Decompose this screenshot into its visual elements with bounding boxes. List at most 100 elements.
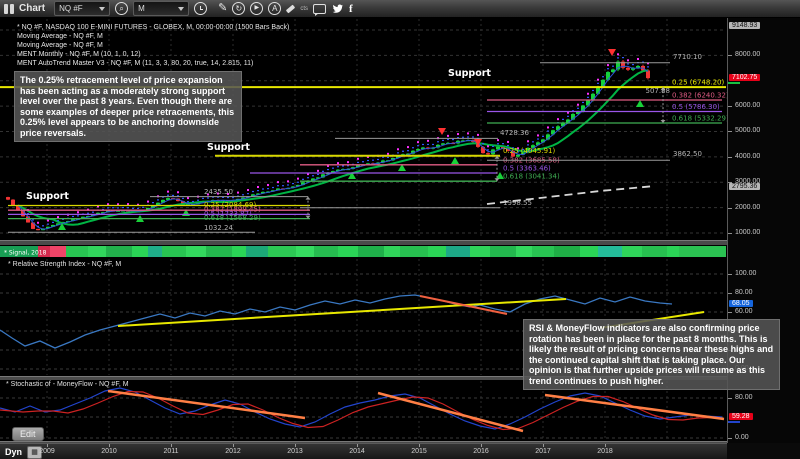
ment-dot-blue <box>302 178 304 180</box>
ment-dot-blue <box>292 182 294 185</box>
ment-dot-blue <box>107 207 109 209</box>
ment-dot-blue <box>247 193 249 195</box>
clock-icon[interactable] <box>194 2 208 15</box>
ment-dot-magenta <box>507 140 509 143</box>
ment-dot-blue <box>322 170 324 172</box>
scale-tick <box>728 233 732 234</box>
ment-dot-magenta <box>607 64 609 67</box>
year-label: 2016 <box>473 448 489 455</box>
ment-dot-blue <box>312 175 314 177</box>
ment-dot-blue <box>117 207 119 209</box>
signal-heat-segment <box>532 246 554 257</box>
ment-dot-magenta <box>447 134 449 137</box>
play-icon[interactable]: ▶ <box>250 2 264 15</box>
ment-dot-magenta <box>587 92 589 95</box>
price-marker-label: 4728.36 <box>500 129 529 137</box>
ment-dot-blue <box>187 201 189 203</box>
legend-line: MENT Monthly - NQ #F, M (10, 1, 0, 12) <box>17 51 141 58</box>
ment-dot-blue <box>332 167 334 169</box>
symbol-dropdown-value: NQ #F <box>59 4 83 13</box>
fib-level-label: 0.5 (5786.30) <box>672 103 720 111</box>
edit-button[interactable]: Edit <box>12 427 44 441</box>
signal-heat-segment <box>132 246 148 257</box>
scale-tick-label: 6000.00 <box>735 102 761 109</box>
rsi-trendline <box>419 295 508 315</box>
stoch-d-line <box>0 390 723 431</box>
zoom-icon[interactable]: ⌕ <box>115 2 129 15</box>
signal-heat-segment <box>148 246 162 257</box>
support-label: Support <box>448 68 491 79</box>
year-label: 2010 <box>101 448 117 455</box>
annotation-box-rsi-moneyflow[interactable]: RSI & MoneyFlow indicators are also conf… <box>523 319 780 390</box>
candle-body <box>646 70 650 79</box>
ment-dot-blue <box>487 149 489 151</box>
redo-arrow-icon[interactable]: ↻ <box>232 2 246 15</box>
year-tick <box>481 444 482 447</box>
signal-heat-segment <box>622 246 642 257</box>
ment-dot-magenta <box>357 157 359 160</box>
ment-dot-magenta <box>407 146 409 149</box>
ment-dot-blue <box>492 145 494 147</box>
ment-dot-blue <box>172 194 174 197</box>
ment-dot-magenta <box>267 184 269 187</box>
ment-dot-blue <box>47 223 49 225</box>
signal-heat-segment <box>580 246 598 257</box>
ment-dot-magenta <box>397 148 399 151</box>
ment-dot-blue <box>447 138 449 141</box>
legend-line: Moving Average - NQ #F, M <box>17 33 103 40</box>
ment-dot-magenta <box>47 219 49 222</box>
ment-dot-magenta <box>317 169 319 172</box>
window-panels-icon[interactable] <box>4 3 14 14</box>
ment-dot-blue <box>607 68 609 70</box>
symbol-dropdown[interactable]: NQ #F <box>54 1 111 16</box>
annotate-a-icon[interactable]: A <box>268 2 282 15</box>
measurement-label: 507.88 <box>646 87 671 95</box>
ment-dot-blue <box>427 143 429 146</box>
ment-dot-blue <box>327 168 329 171</box>
ment-dot-magenta <box>37 221 39 224</box>
ment-dot-blue <box>142 206 144 208</box>
facebook-icon[interactable]: f <box>349 3 353 15</box>
pencil-icon[interactable]: ✎ <box>218 2 227 15</box>
ment-dot-blue <box>502 143 504 145</box>
ment-dot-blue <box>132 207 134 209</box>
ment-dot-blue <box>622 57 624 59</box>
candle-body <box>36 228 40 231</box>
ment-dot-magenta <box>417 141 419 144</box>
ment-dot-blue <box>252 190 254 193</box>
year-label: 2018 <box>597 448 613 455</box>
legend-line: * NQ #F, NASDAQ 100 E-MINI FUTURES - GLO… <box>17 24 290 31</box>
scale-tick-label: 60.00 <box>735 308 753 315</box>
ment-dot-blue <box>167 194 169 196</box>
ment-dot-blue <box>382 156 384 158</box>
ment-dot-blue <box>597 82 599 84</box>
ment-dot-magenta <box>547 126 549 129</box>
scale-tick <box>728 106 732 107</box>
chat-bubble-icon[interactable] <box>313 3 327 16</box>
ment-dot-blue <box>577 107 579 109</box>
chevron-down-icon <box>99 6 106 11</box>
ment-dot-magenta <box>127 203 129 206</box>
dyn-label[interactable]: Dyn <box>5 447 22 457</box>
signal-heat-segment <box>490 246 516 257</box>
ment-dot-blue <box>192 200 194 203</box>
timeframe-dropdown[interactable]: M <box>133 1 190 16</box>
year-label: 2011 <box>163 448 179 455</box>
annotation-box-retracement[interactable]: The 0.25% retracement level of price exp… <box>14 71 242 142</box>
marker-icon[interactable] <box>286 4 296 13</box>
ment-dot-magenta <box>347 161 349 164</box>
chart-menu-label[interactable]: Chart <box>19 3 45 14</box>
ment-dot-blue <box>582 101 584 104</box>
year-tick <box>543 444 544 447</box>
time-axis[interactable]: Dyn ▦ 2009 2010 2011 2012 2013 2014 2015 2016 20… <box>0 443 727 459</box>
ment-dot-magenta <box>617 53 619 56</box>
stoch-trendline <box>377 391 524 433</box>
signal-heat-segment <box>296 246 314 257</box>
scale-tick-label: 5000.00 <box>735 127 761 134</box>
ment-dot-magenta <box>287 180 289 183</box>
study-legend: * NQ #F, NASDAQ 100 E-MINI FUTURES - GLO… <box>17 23 289 68</box>
candle-body <box>26 216 30 223</box>
twitter-icon[interactable] <box>331 3 344 14</box>
fib-level-label: 0.25 (6748.20) <box>672 79 724 87</box>
ment-dot-blue <box>202 197 204 199</box>
